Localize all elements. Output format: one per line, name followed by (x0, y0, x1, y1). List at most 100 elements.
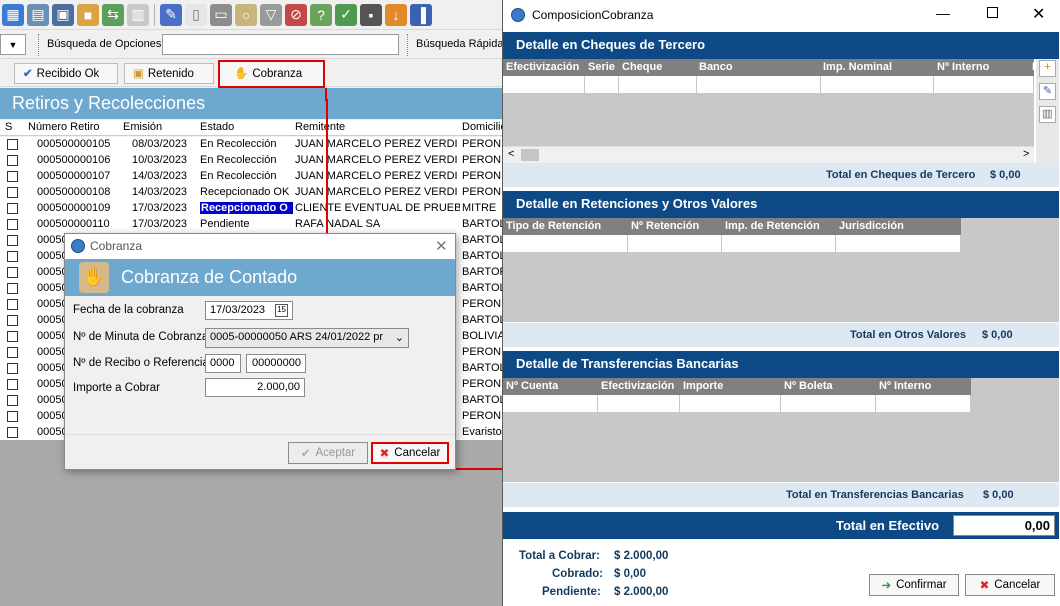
row-checkbox[interactable] (7, 187, 18, 198)
grid-cell[interactable] (934, 76, 1034, 93)
grid-cell[interactable] (876, 395, 971, 412)
table-row[interactable]: 000500000107 14/03/2023 En Recolección JUAN… (0, 169, 502, 185)
column-header[interactable]: Nº Interno (879, 380, 931, 392)
filter-icon[interactable]: ▽ (260, 3, 282, 26)
grid-cell[interactable] (503, 235, 628, 252)
column-header[interactable]: Nº Interno (937, 61, 989, 73)
efectivo-input[interactable]: 0,00 (953, 515, 1055, 536)
cobranza-button[interactable]: ✋ Cobranza (218, 60, 325, 88)
table-row[interactable]: 000500000105 08/03/2023 En Recolección JUAN… (0, 137, 502, 153)
retenido-button[interactable]: ▣ Retenido (124, 63, 214, 84)
row-checkbox[interactable] (7, 283, 18, 294)
check-filter-icon[interactable]: ✓ (335, 3, 357, 26)
column-header[interactable]: Domicilio (462, 121, 507, 133)
add-document-icon[interactable]: + (1039, 60, 1056, 77)
row-checkbox[interactable] (7, 267, 18, 278)
grid-cell[interactable] (821, 76, 934, 93)
row-checkbox[interactable] (7, 347, 18, 358)
grid-cell[interactable] (598, 395, 680, 412)
column-header[interactable]: Imp. de Retención (725, 220, 820, 232)
help-filter-icon[interactable]: ? (310, 3, 332, 26)
search-options-input[interactable] (162, 34, 399, 55)
grid-cell[interactable] (697, 76, 821, 93)
recibo-number-input[interactable]: 00000000 (246, 354, 306, 373)
cancelar-window-button[interactable]: ✖ Cancelar (965, 574, 1055, 596)
column-header[interactable]: Cheque (622, 61, 662, 73)
column-header[interactable]: Nº Cuenta (506, 380, 558, 392)
column-header[interactable]: Número Retiro (28, 121, 100, 133)
row-checkbox[interactable] (7, 379, 18, 390)
row-checkbox[interactable] (7, 235, 18, 246)
column-header[interactable]: Imp. Nominal (823, 61, 892, 73)
column-header[interactable]: Remitente (295, 121, 345, 133)
row-checkbox[interactable] (7, 155, 18, 166)
column-header[interactable]: I (1032, 61, 1035, 73)
row-checkbox[interactable] (7, 411, 18, 422)
grid-cell[interactable] (503, 395, 598, 412)
fecha-field[interactable]: 17/03/2023 15 (205, 301, 293, 320)
calendar-icon[interactable]: 15 (275, 304, 288, 317)
grid-cell[interactable] (781, 395, 876, 412)
column-header[interactable]: Serie (588, 61, 615, 73)
confirmar-button[interactable]: ➔ Confirmar (869, 574, 959, 596)
edit-icon[interactable]: ✎ (1039, 83, 1056, 100)
maximize-icon[interactable] (987, 7, 998, 18)
column-header[interactable]: Efectivización (506, 61, 579, 73)
column-header[interactable]: Jurisdicción (839, 220, 904, 232)
search-icon[interactable]: ○ (235, 3, 257, 26)
row-checkbox[interactable] (7, 139, 18, 150)
chevron-right-icon[interactable]: > (1023, 148, 1029, 160)
grid-cell[interactable] (628, 235, 722, 252)
row-checkbox[interactable] (7, 331, 18, 342)
calendar-icon[interactable]: ▤ (27, 3, 49, 26)
save-icon[interactable]: ▪ (360, 3, 382, 26)
column-header[interactable]: Tipo de Retención (506, 220, 601, 232)
row-checkbox[interactable] (7, 219, 18, 230)
options-dropdown[interactable]: ▼ (0, 34, 26, 55)
row-checkbox[interactable] (7, 203, 18, 214)
table-row[interactable]: 000500000108 14/03/2023 Recepcionado OK JUA… (0, 185, 502, 201)
column-header[interactable]: Nº Boleta (784, 380, 833, 392)
print-icon[interactable]: ▭ (210, 3, 232, 26)
minuta-select[interactable]: 0005-00000050 ARS 24/01/2022 pr ⌄ (205, 328, 409, 348)
table-icon[interactable]: ▥ (127, 3, 149, 26)
grid-icon[interactable]: ▦ (2, 3, 24, 26)
column-header[interactable]: Nº Retención (631, 220, 699, 232)
close-icon[interactable]: ✕ (435, 237, 448, 255)
minimize-icon[interactable]: — (936, 5, 950, 21)
grid-cell[interactable] (722, 235, 836, 252)
new-document-icon[interactable]: ▯ (185, 3, 207, 26)
row-checkbox[interactable] (7, 315, 18, 326)
grid-cell[interactable] (503, 76, 585, 93)
scroll-thumb[interactable] (521, 149, 539, 161)
row-checkbox[interactable] (7, 251, 18, 262)
chevron-left-icon[interactable]: < (508, 148, 514, 160)
table-row[interactable]: 000500000110 17/03/2023 Pendiente RAFA NADA… (0, 217, 506, 233)
aceptar-button[interactable]: ✔ Aceptar (288, 442, 368, 464)
column-header[interactable]: Estado (200, 121, 234, 133)
cancelar-button[interactable]: ✖ Cancelar (371, 442, 449, 464)
boxes-icon[interactable]: ■ (77, 3, 99, 26)
column-header[interactable]: Efectivización (601, 380, 674, 392)
row-checkbox[interactable] (7, 395, 18, 406)
grid-cell[interactable] (836, 235, 961, 252)
column-header[interactable]: S (5, 121, 12, 133)
row-checkbox[interactable] (7, 427, 18, 438)
recibido-ok-button[interactable]: ✔ Recibido Ok (14, 63, 118, 84)
row-checkbox[interactable] (7, 363, 18, 374)
table-row[interactable]: 000500000106 10/03/2023 En Recolección JUAN… (0, 153, 502, 169)
clear-filter-icon[interactable]: ⊘ (285, 3, 307, 26)
grid-cell[interactable] (619, 76, 697, 93)
column-header[interactable]: Banco (699, 61, 733, 73)
trash-icon[interactable]: ▥ (1039, 106, 1056, 123)
column-header[interactable]: Importe (683, 380, 723, 392)
recibo-prefix-input[interactable]: 0000 (205, 354, 241, 373)
column-header[interactable]: Emisión (123, 121, 162, 133)
edit-icon[interactable]: ✎ (160, 3, 182, 26)
grid-cell[interactable] (585, 76, 619, 93)
exchange-icon[interactable]: ⇆ (102, 3, 124, 26)
row-checkbox[interactable] (7, 299, 18, 310)
download-icon[interactable]: ↓ (385, 3, 407, 26)
columns-icon[interactable]: ▐ (410, 3, 432, 26)
horizontal-scrollbar[interactable]: < > (503, 146, 1034, 163)
